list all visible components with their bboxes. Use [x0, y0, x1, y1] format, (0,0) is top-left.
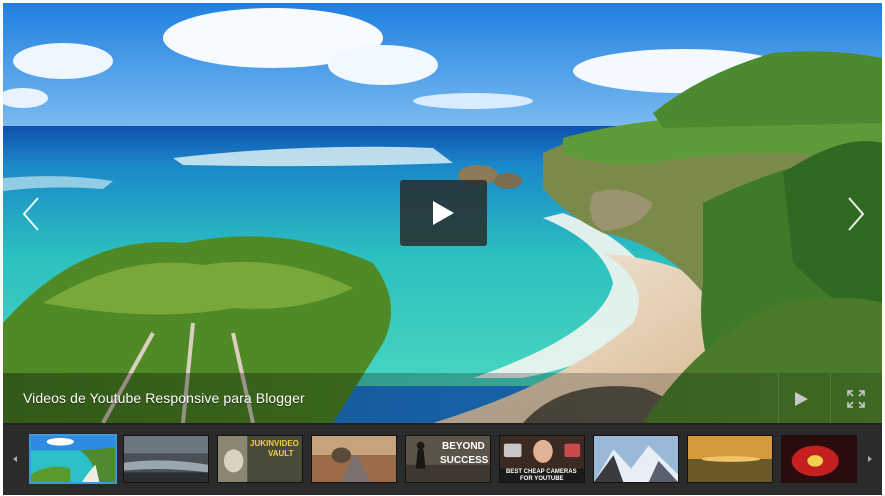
chevron-right-icon	[848, 197, 865, 231]
thumbnail-9[interactable]	[781, 435, 857, 483]
play-icon	[433, 201, 454, 225]
chevron-right-icon	[868, 456, 872, 462]
video-player[interactable]: Videos de Youtube Responsive para Blogge…	[3, 3, 882, 423]
thumbnail-label: VAULT	[268, 449, 294, 458]
video-title: Videos de Youtube Responsive para Blogge…	[23, 390, 305, 406]
thumbnail-6[interactable]: BEST CHEAP CAMERAS FOR YOUTUBE	[499, 435, 585, 483]
divider	[830, 373, 831, 423]
fullscreen-icon	[847, 390, 865, 408]
caption-bar: Videos de Youtube Responsive para Blogge…	[3, 373, 882, 423]
fullscreen-button[interactable]	[846, 389, 866, 409]
thumbnail-image	[688, 436, 772, 482]
thumbnail-7[interactable]	[593, 435, 679, 483]
play-button[interactable]	[400, 180, 487, 246]
thumbnail-strip: JUKINVIDEO VAULT BEYOND SUCCESS BEST CHE…	[3, 423, 882, 495]
caption-play-button[interactable]	[791, 391, 811, 407]
thumbnail-image	[594, 436, 678, 482]
thumbnail-1[interactable]	[29, 434, 117, 484]
chevron-left-icon	[13, 456, 17, 462]
thumbnail-8[interactable]	[687, 435, 773, 483]
thumbnail-label: BEYOND	[442, 441, 485, 452]
thumbnail-label: FOR YOUTUBE	[520, 476, 564, 482]
divider	[778, 373, 779, 423]
thumbnail-5[interactable]: BEYOND SUCCESS	[405, 435, 491, 483]
thumbnail-label: SUCCESS	[440, 455, 489, 466]
thumbnail-label: BEST CHEAP CAMERAS	[506, 469, 577, 475]
play-icon	[795, 392, 808, 406]
thumbnail-4[interactable]	[311, 435, 397, 483]
thumbnail-image	[782, 436, 857, 482]
previous-video-button[interactable]	[20, 196, 42, 232]
thumbnail-image	[312, 436, 396, 482]
thumbnail-2[interactable]	[123, 435, 209, 483]
thumbnail-prev-button[interactable]	[9, 449, 21, 469]
thumbnail-image	[124, 436, 208, 482]
chevron-left-icon	[22, 197, 39, 231]
thumbnail-3[interactable]: JUKINVIDEO VAULT	[217, 435, 303, 483]
thumbnail-image	[31, 436, 115, 482]
thumbnail-list: JUKINVIDEO VAULT BEYOND SUCCESS BEST CHE…	[29, 433, 857, 487]
thumbnail-label: JUKINVIDEO	[250, 439, 299, 448]
thumbnail-next-button[interactable]	[864, 449, 876, 469]
next-video-button[interactable]	[845, 196, 867, 232]
